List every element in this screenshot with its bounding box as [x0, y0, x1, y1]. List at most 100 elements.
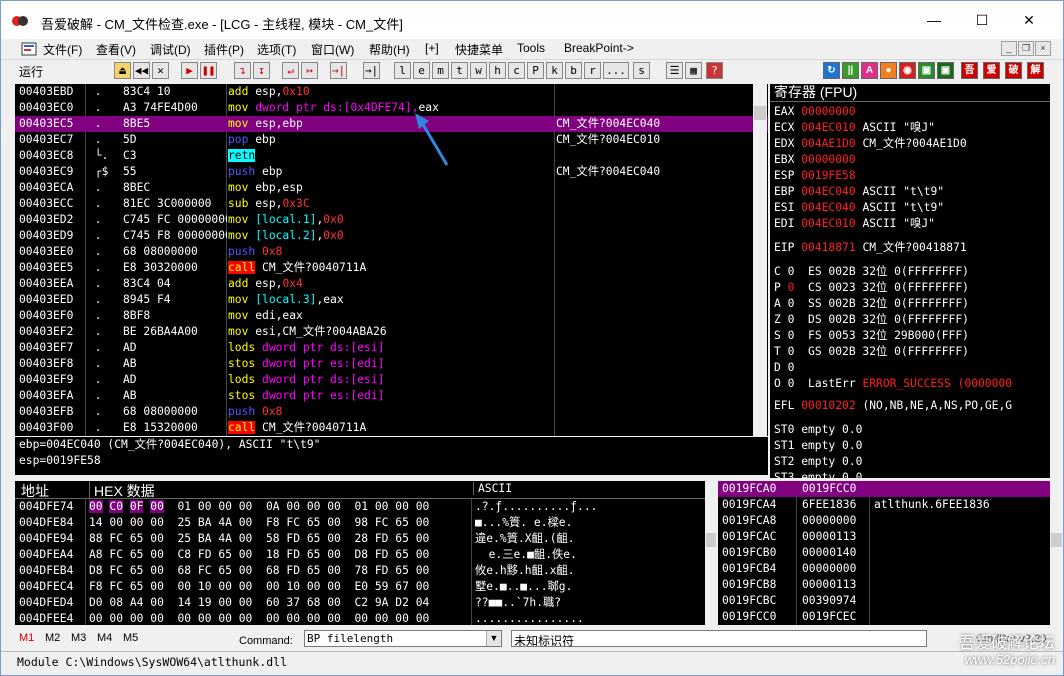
- pause-plugin-icon[interactable]: ||: [842, 62, 859, 79]
- menu-file[interactable]: 文件(F): [43, 41, 82, 58]
- fpu-row[interactable]: ST0 empty 0.0: [774, 422, 862, 438]
- close-button[interactable]: ✕: [1006, 1, 1052, 39]
- execute-till-return-icon[interactable]: →|: [330, 62, 347, 79]
- stack-row[interactable]: 0019FCB0 00000140: [718, 545, 1050, 561]
- menu-tools[interactable]: Tools: [517, 41, 545, 55]
- patches-button[interactable]: P: [527, 62, 544, 79]
- disasm-row[interactable]: 00403EF8 . AB stos dword ptr es:[edi]: [15, 356, 768, 372]
- run-trace-button[interactable]: ...: [603, 62, 629, 79]
- fpu-row[interactable]: ST1 empty 0.0: [774, 438, 862, 454]
- panel-plugin2-icon[interactable]: ▣: [937, 62, 954, 79]
- dump-col-ascii[interactable]: ASCII: [473, 482, 512, 495]
- stack-row[interactable]: 0019FCA8 00000000: [718, 513, 1050, 529]
- memory-map-button[interactable]: m: [432, 62, 449, 79]
- disasm-row[interactable]: 00403ED9 . C745 F8 00000000 mov [local.2],…: [15, 228, 768, 244]
- pause-icon[interactable]: ❚❚: [200, 62, 217, 79]
- dump-row[interactable]: 004DFEA4 A8 FC 65 00 C8 FD 65 00 18 FD 65…: [15, 547, 705, 563]
- dump-row[interactable]: 004DFE94 88 FC 65 00 25 BA 4A 00 58 FD 65…: [15, 531, 705, 547]
- disasm-row[interactable]: 00403EC8 └. C3 retn: [15, 148, 768, 164]
- call-stack-button[interactable]: k: [546, 62, 563, 79]
- memory-tab-m3[interactable]: M3: [71, 632, 86, 644]
- help-icon[interactable]: ?: [706, 62, 723, 79]
- disassembly-scrollbar[interactable]: [753, 84, 767, 436]
- memory-tab-m1[interactable]: M1: [19, 632, 34, 644]
- stack-row[interactable]: 0019FCAC 00000113: [718, 529, 1050, 545]
- close-program-icon[interactable]: ✕: [152, 62, 169, 79]
- stack-scrollbar[interactable]: [1050, 481, 1063, 625]
- disasm-row[interactable]: 00403EF7 . AD lods dword ptr ds:[esi]: [15, 340, 768, 356]
- flag-row[interactable]: O 0 LastErr ERROR_SUCCESS (0000000: [774, 376, 1012, 392]
- flag-row[interactable]: D 0: [774, 360, 794, 376]
- record-icon[interactable]: ●: [880, 62, 897, 79]
- disasm-row[interactable]: 00403EF0 . 8BF8 mov edi,eax: [15, 308, 768, 324]
- disasm-row[interactable]: 00403ECC . 81EC 3C000000 sub esp,0x3C: [15, 196, 768, 212]
- disasm-row[interactable]: 00403EC5 . 8BE5 mov esp,ebp CM_文件?004EC040: [15, 116, 768, 132]
- disasm-row[interactable]: 00403ECA . 8BEC mov ebp,esp: [15, 180, 768, 196]
- log-button[interactable]: l: [394, 62, 411, 79]
- disasm-row[interactable]: 00403EFA . AB stos dword ptr es:[edi]: [15, 388, 768, 404]
- memory-tab-m4[interactable]: M4: [97, 632, 112, 644]
- step-over-icon[interactable]: ↧: [253, 62, 270, 79]
- references-button[interactable]: r: [584, 62, 601, 79]
- flag-row[interactable]: C 0 ES 002B 32位 0(FFFFFFFF): [774, 264, 969, 280]
- open-icon[interactable]: ⏏: [114, 62, 131, 79]
- handles-button[interactable]: h: [489, 62, 506, 79]
- source-button[interactable]: s: [633, 62, 650, 79]
- memory-tab-m2[interactable]: M2: [45, 632, 60, 644]
- rewind-icon[interactable]: ◀◀: [133, 62, 150, 79]
- disasm-row[interactable]: 00403EBD . 83C4 10 add esp,0x10: [15, 84, 768, 100]
- stack-row[interactable]: 0019FCA4 6FEE1836 atlthunk.6FEE1836: [718, 497, 1050, 513]
- cpu-button[interactable]: c: [508, 62, 525, 79]
- register-row[interactable]: EFL 00010202 (NO,NB,NE,A,NS,PO,GE,G: [774, 398, 1012, 414]
- title-bar[interactable]: 吾爱破解 - CM_文件检查.exe - [LCG - 主线程, 模块 - CM…: [1, 1, 1063, 39]
- register-row[interactable]: EBX 00000000: [774, 152, 856, 168]
- dump-row[interactable]: 004DFEE4 00 00 00 00 00 00 00 00 00 00 00…: [15, 611, 705, 625]
- register-row[interactable]: EDI 004EC010 ASCII "嗅J": [774, 216, 935, 232]
- register-row[interactable]: EDX 004AE1D0 CM_文件?004AE1D0: [774, 136, 967, 152]
- hex-dump-pane[interactable]: 004DFE74 00 C0 0F 00 01 00 00 00 0A 00 00…: [15, 499, 705, 625]
- menu-window[interactable]: 窗口(W): [311, 41, 354, 58]
- disasm-row[interactable]: 00403EE5 . E8 30320000 call CM_文件?0040711A: [15, 260, 768, 276]
- a-plugin-icon[interactable]: A: [861, 62, 878, 79]
- menu-options[interactable]: 选项(T): [257, 41, 296, 58]
- menu-plugins[interactable]: 插件(P): [204, 41, 244, 58]
- disasm-row[interactable]: 00403EEA . 83C4 04 add esp,0x4: [15, 276, 768, 292]
- panel-plugin-icon[interactable]: ▣: [918, 62, 935, 79]
- disasm-row[interactable]: 00403EC7 . 5D pop ebp CM_文件?004EC010: [15, 132, 768, 148]
- register-row[interactable]: ESI 004EC040 ASCII "t\t9": [774, 200, 944, 216]
- mdi-minimize-icon[interactable]: _: [1001, 41, 1017, 56]
- dump-row[interactable]: 004DFEB4 D8 FC 65 00 68 FC 65 00 68 FD 65…: [15, 563, 705, 579]
- ai-icon[interactable]: 爱: [983, 62, 1000, 79]
- minimize-button[interactable]: —: [911, 1, 957, 39]
- flag-row[interactable]: S 0 FS 0053 32位 29B000(FFF): [774, 328, 969, 344]
- maximize-button[interactable]: ☐: [959, 1, 1005, 39]
- windows-button[interactable]: w: [470, 62, 487, 79]
- menu-shortcuts[interactable]: 快捷菜单: [455, 41, 503, 58]
- dump-row[interactable]: 004DFE74 00 C0 0F 00 01 00 00 00 0A 00 00…: [15, 499, 705, 515]
- target-icon[interactable]: ◉: [899, 62, 916, 79]
- registers-pane[interactable]: 寄存器 (FPU) EAX 00000000 ECX 004EC010 ASCII…: [770, 84, 1050, 478]
- dropdown-arrow-icon[interactable]: ▼: [486, 631, 501, 646]
- executable-modules-button[interactable]: e: [413, 62, 430, 79]
- memory-tab-m5[interactable]: M5: [123, 632, 138, 644]
- disasm-row[interactable]: 00403EF9 . AD lods dword ptr ds:[esi]: [15, 372, 768, 388]
- disasm-row[interactable]: 00403EC0 . A3 74FE4D00 mov dword ptr ds:[0…: [15, 100, 768, 116]
- disasm-row[interactable]: 00403F00 . E8 15320000 call CM_文件?0040711A: [15, 420, 768, 436]
- wu-icon[interactable]: 吾: [961, 62, 978, 79]
- trace-into-icon[interactable]: ↵: [282, 62, 299, 79]
- register-row[interactable]: EAX 00000000: [774, 104, 856, 120]
- register-row[interactable]: ECX 004EC010 ASCII "嗅J": [774, 120, 935, 136]
- dump-row[interactable]: 004DFEC4 F8 FC 65 00 00 10 00 00 00 10 00…: [15, 579, 705, 595]
- flag-row[interactable]: Z 0 DS 002B 32位 0(FFFFFFFF): [774, 312, 969, 328]
- mdi-close-icon[interactable]: ×: [1035, 41, 1051, 56]
- stack-pane[interactable]: 0019FCA0 0019FCC0 0019FCA4 6FEE1836 atlthunk…: [718, 481, 1050, 625]
- dump-row[interactable]: 004DFED4 D0 08 A4 00 14 19 00 00 60 37 68…: [15, 595, 705, 611]
- flag-row[interactable]: T 0 GS 002B 32位 0(FFFFFFFF): [774, 344, 969, 360]
- dump-row[interactable]: 004DFE84 14 00 00 00 25 BA 4A 00 F8 FC 65…: [15, 515, 705, 531]
- register-row[interactable]: EIP 00418871 CM_文件?00418871: [774, 240, 967, 256]
- disasm-row[interactable]: 00403EED . 8945 F4 mov [local.3],eax: [15, 292, 768, 308]
- list-icon[interactable]: ☰: [666, 62, 683, 79]
- register-row[interactable]: ESP 0019FE58: [774, 168, 856, 184]
- grid-icon[interactable]: ▦: [685, 62, 702, 79]
- stack-row[interactable]: 0019FCB8 00000113: [718, 577, 1050, 593]
